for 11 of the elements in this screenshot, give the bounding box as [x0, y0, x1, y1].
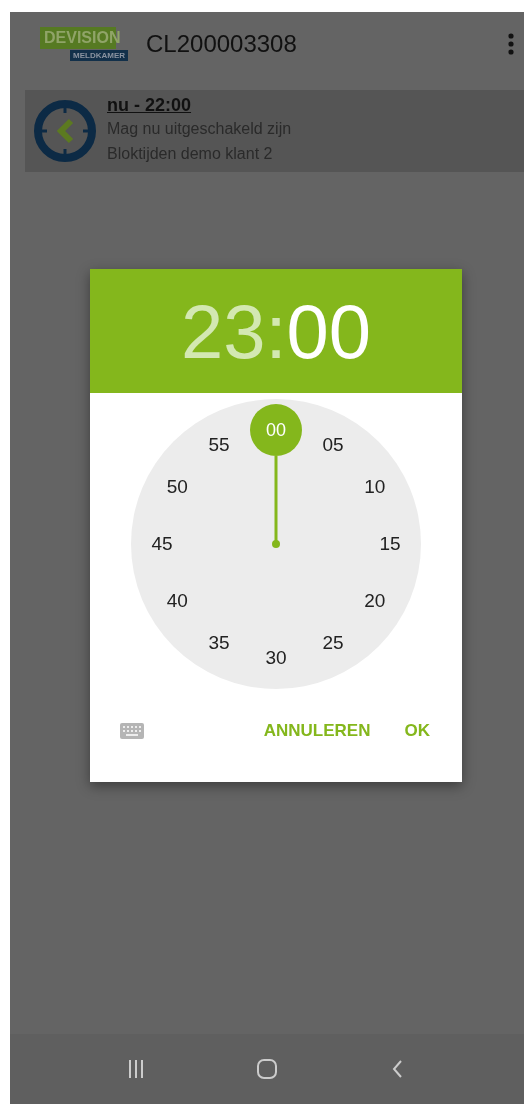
app-title: CL200003308	[146, 30, 298, 58]
minute-option[interactable]: 45	[136, 518, 188, 570]
clock-dial[interactable]: 00 05 10 15 20 25 30 35 40 45 50 55	[131, 399, 421, 689]
minute-option[interactable]: 30	[250, 632, 302, 684]
logo-subtext: MELDKAMER	[70, 50, 128, 61]
time-separator: :	[265, 287, 287, 375]
more-options-icon[interactable]	[508, 33, 514, 55]
home-icon[interactable]	[255, 1057, 279, 1081]
clock-icon	[33, 99, 97, 163]
schedule-time: nu - 22:00	[107, 94, 193, 116]
minute-option[interactable]: 15	[364, 518, 416, 570]
